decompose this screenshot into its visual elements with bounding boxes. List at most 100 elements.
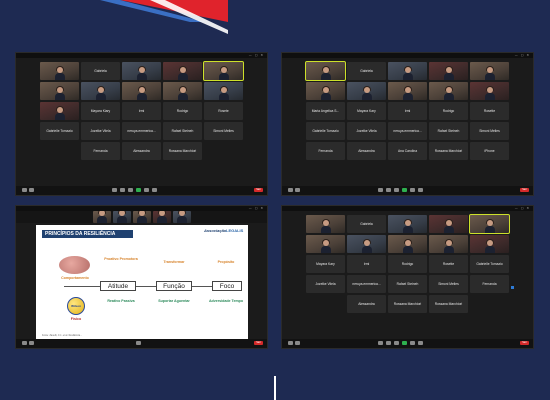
- participant-name-tile[interactable]: neruya.emmerica...: [347, 275, 386, 293]
- participant-video-tile[interactable]: [429, 62, 468, 80]
- participant-name-tile[interactable]: Rodrigo: [429, 102, 468, 120]
- participant-video-tile[interactable]: [347, 235, 386, 253]
- participant-name-tile[interactable]: Rossana Marchiori: [429, 142, 468, 160]
- participants-icon[interactable]: [386, 341, 391, 345]
- participant-video-tile[interactable]: [81, 82, 120, 100]
- participant-name-tile[interactable]: Alessandra: [347, 142, 386, 160]
- chat-icon[interactable]: [128, 188, 133, 192]
- participant-name-tile[interactable]: Rafael Steineh: [429, 122, 468, 140]
- participant-video-tile[interactable]: [204, 82, 243, 100]
- participant-name-tile[interactable]: Mayara Kiary: [81, 102, 120, 120]
- participant-name-tile[interactable]: Fernanda: [470, 275, 509, 293]
- participant-name-tile[interactable]: Irmi: [388, 102, 427, 120]
- participant-name-tile[interactable]: Rodrigo: [388, 255, 427, 273]
- reactions-icon[interactable]: [152, 188, 157, 192]
- participant-video-tile[interactable]: [306, 235, 345, 253]
- participant-name-tile[interactable]: Jozelke Vilela: [81, 122, 120, 140]
- camera-icon[interactable]: [29, 341, 34, 345]
- participants-icon[interactable]: [120, 188, 125, 192]
- chat-icon[interactable]: [394, 188, 399, 192]
- participant-name-tile[interactable]: Rosete: [204, 102, 243, 120]
- participant-video-tile[interactable]: [429, 82, 468, 100]
- camera-icon[interactable]: [295, 188, 300, 192]
- participant-name-tile[interactable]: Alessandra: [122, 142, 161, 160]
- scroll-indicator[interactable]: [511, 286, 514, 289]
- security-icon[interactable]: [112, 188, 117, 192]
- participant-video-tile[interactable]: [470, 82, 509, 100]
- participant-video-tile[interactable]: [470, 235, 509, 253]
- camera-icon[interactable]: [295, 341, 300, 345]
- participant-video-tile[interactable]: [347, 82, 386, 100]
- participant-name-tile[interactable]: iPhone: [470, 142, 509, 160]
- participant-name-tile[interactable]: Irmi: [347, 255, 386, 273]
- participant-video-tile[interactable]: [163, 62, 202, 80]
- participant-name-tile[interactable]: Gabrielle Tomazio: [306, 122, 345, 140]
- participant-video-tile[interactable]: [203, 61, 244, 81]
- participant-video-tile[interactable]: [40, 102, 79, 120]
- participant-name-tile[interactable]: Rodrigo: [163, 102, 202, 120]
- share-screen-icon[interactable]: [136, 188, 141, 192]
- participant-name-tile[interactable]: Fernanda: [306, 142, 345, 160]
- participant-name-tile[interactable]: Rafael Steineh: [163, 122, 202, 140]
- participant-thumbnail[interactable]: [152, 211, 171, 223]
- record-icon[interactable]: [144, 188, 149, 192]
- participant-video-tile[interactable]: [40, 62, 79, 80]
- participant-thumbnail[interactable]: [172, 211, 191, 223]
- share-screen-icon[interactable]: [402, 341, 407, 345]
- participant-video-tile[interactable]: [306, 215, 345, 233]
- participant-video-tile[interactable]: [388, 235, 427, 253]
- end-meeting-button[interactable]: Sair: [254, 341, 263, 345]
- participant-name-tile[interactable]: Simoni Melles: [470, 122, 509, 140]
- participant-video-tile[interactable]: [305, 61, 346, 81]
- participant-name-tile[interactable]: neruya.emmerica...: [388, 122, 427, 140]
- camera-icon[interactable]: [29, 188, 34, 192]
- window-controls-icon[interactable]: — ▢ ✕: [515, 54, 530, 57]
- end-meeting-button[interactable]: Sair: [254, 188, 263, 192]
- share-screen-icon[interactable]: [402, 188, 407, 192]
- participant-name-tile[interactable]: Fernanda: [81, 142, 120, 160]
- participant-video-tile[interactable]: [388, 215, 427, 233]
- participant-name-tile[interactable]: Jozelke Vilela: [347, 122, 386, 140]
- participant-name-tile[interactable]: Gabriela: [347, 215, 386, 233]
- participant-name-tile[interactable]: Gabriela: [347, 62, 386, 80]
- end-meeting-button[interactable]: Sair: [520, 341, 529, 345]
- participant-thumbnail[interactable]: [132, 211, 151, 223]
- record-icon[interactable]: [410, 188, 415, 192]
- record-icon[interactable]: [410, 341, 415, 345]
- end-meeting-button[interactable]: Sair: [520, 188, 529, 192]
- participant-thumbnail[interactable]: [112, 211, 131, 223]
- participants-icon[interactable]: [386, 188, 391, 192]
- security-icon[interactable]: [378, 341, 383, 345]
- reactions-icon[interactable]: [418, 341, 423, 345]
- participant-name-tile[interactable]: Jozelke Vilela: [306, 275, 345, 293]
- participant-name-tile[interactable]: Maria Angelica S...: [306, 102, 345, 120]
- participant-video-tile[interactable]: [122, 62, 161, 80]
- window-controls-icon[interactable]: — ▢ ✕: [249, 54, 264, 57]
- security-icon[interactable]: [378, 188, 383, 192]
- share-screen-icon[interactable]: [136, 341, 141, 345]
- participant-name-tile[interactable]: Alessandra: [347, 295, 386, 313]
- participant-name-tile[interactable]: Gabrielle Tomazio: [40, 122, 79, 140]
- microphone-icon[interactable]: [22, 188, 27, 192]
- participant-name-tile[interactable]: Mayara Kary: [306, 255, 345, 273]
- participant-video-tile[interactable]: [429, 235, 468, 253]
- participant-name-tile[interactable]: Rossana Marchiori: [429, 295, 468, 313]
- participant-video-tile[interactable]: [40, 82, 79, 100]
- window-controls-icon[interactable]: — ▢ ✕: [249, 207, 264, 210]
- chat-icon[interactable]: [394, 341, 399, 345]
- participant-name-tile[interactable]: Rossana Marchiori: [163, 142, 202, 160]
- participant-thumbnail[interactable]: [92, 211, 111, 223]
- participant-name-tile[interactable]: Gabrielle Tomazio: [470, 255, 509, 273]
- participant-name-tile[interactable]: Gabriela: [81, 62, 120, 80]
- participant-video-tile[interactable]: [388, 82, 427, 100]
- participant-name-tile[interactable]: Simoni Melles: [204, 122, 243, 140]
- microphone-icon[interactable]: [22, 341, 27, 345]
- participant-video-tile[interactable]: [122, 82, 161, 100]
- window-controls-icon[interactable]: — ▢ ✕: [515, 207, 530, 210]
- participant-name-tile[interactable]: Irmi: [122, 102, 161, 120]
- participant-video-tile[interactable]: [163, 82, 202, 100]
- participant-name-tile[interactable]: Simoni Melles: [429, 275, 468, 293]
- participant-name-tile[interactable]: Rafael Steineh: [388, 275, 427, 293]
- participant-video-tile[interactable]: [429, 215, 468, 233]
- participant-name-tile[interactable]: Rosette: [429, 255, 468, 273]
